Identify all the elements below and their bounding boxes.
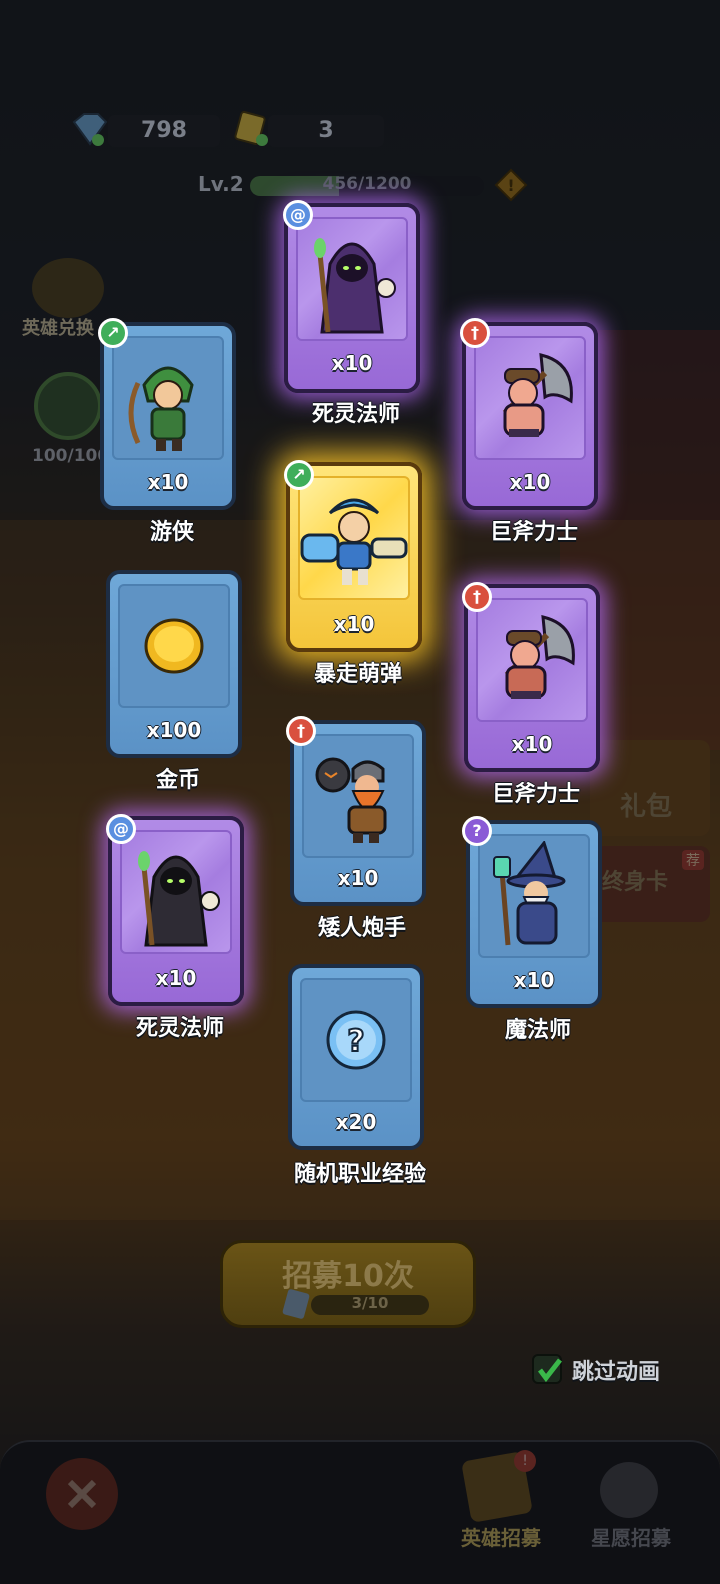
bow-icon: ↗ [284, 460, 314, 490]
card-name: 随机职业经验 [293, 1162, 426, 1187]
card-name: 游侠 [149, 520, 194, 545]
swirl-icon: @ [106, 814, 136, 844]
card-quantity: x10 [147, 470, 189, 494]
card-name: 巨斧力士 [489, 520, 578, 545]
axe-warrior-portrait-icon [504, 615, 575, 699]
warning-icon[interactable]: ! [494, 168, 528, 202]
card-name: 死灵法师 [311, 402, 400, 427]
bomber-portrait-icon [300, 498, 408, 585]
tab-hero-recruit[interactable]: 英雄招募 [436, 1522, 566, 1551]
mage-portrait-icon [493, 841, 566, 946]
lifetime-card-label: 终身卡 [602, 870, 669, 895]
recruit-10-label: 招募10次 [282, 1259, 414, 1294]
recommend-badge: 荐 [682, 850, 704, 870]
card-quantity: x10 [155, 966, 197, 990]
card-name: 金币 [155, 768, 200, 793]
card-quantity: x10 [509, 470, 551, 494]
side-reward-icon[interactable] [34, 372, 102, 440]
card-art [118, 584, 230, 708]
card-name: 死灵法师 [135, 1016, 224, 1041]
svg-text:!: ! [507, 176, 514, 195]
card-quantity: x10 [337, 866, 379, 890]
dwarf-gunner-portrait-icon [315, 757, 387, 843]
alert-badge: ! [514, 1450, 536, 1472]
card-name: 矮人炮手 [317, 916, 406, 941]
reward-card-random-exp: ? x20 [288, 964, 424, 1150]
sword-icon: † [460, 318, 490, 348]
tab-star-recruit[interactable]: 星愿招募 [566, 1522, 696, 1551]
card-art [296, 217, 408, 341]
close-button[interactable] [46, 1458, 118, 1530]
swirl-icon: @ [283, 200, 313, 230]
necromancer-portrait-icon [314, 238, 396, 334]
card-name: 巨斧力士 [491, 782, 580, 807]
bow-icon: ↗ [98, 318, 128, 348]
lifetime-card-button[interactable]: 终身卡 荐 [590, 846, 710, 922]
hero-exchange-label: 英雄兑换 [22, 318, 94, 339]
card-quantity: x100 [146, 718, 202, 742]
gem-icon [68, 112, 110, 146]
reward-card-necromancer: x10 [108, 816, 244, 1006]
checkbox[interactable] [532, 1354, 562, 1384]
axe-warrior-portrait-icon [502, 353, 573, 437]
reward-card-bomber: x10 [286, 462, 422, 652]
reward-card-gold: x100 [106, 570, 242, 758]
reward-card-mage: x10 [466, 820, 602, 1008]
card-art [302, 734, 414, 858]
sword-icon: † [286, 716, 316, 746]
hero-exchange-icon[interactable] [32, 258, 104, 318]
card-quantity: x10 [333, 612, 375, 636]
question-orb-icon: ? [326, 1010, 386, 1070]
card-art [476, 598, 588, 722]
card-quantity: x10 [511, 732, 553, 756]
card-art [298, 476, 410, 600]
card-quantity: x20 [335, 1110, 377, 1134]
close-icon [67, 1479, 97, 1509]
card-quantity: x10 [513, 968, 555, 992]
checkmark-icon [538, 1358, 562, 1383]
staff-icon: ? [462, 816, 492, 846]
recruit-10-button[interactable]: 招募10次 3/10 [220, 1240, 476, 1328]
reward-card-axe-warrior: x10 [464, 584, 600, 772]
gem-count: 798 [108, 115, 220, 147]
reward-card-necromancer: x10 [284, 203, 420, 393]
card-art [474, 336, 586, 460]
reward-card-dwarf-gunner: x10 [290, 720, 426, 906]
gold-coin-icon [144, 618, 204, 674]
star-recruit-tab-icon[interactable] [600, 1462, 658, 1518]
card-quantity: x10 [331, 351, 373, 375]
side-reward-progress: 100/100 [32, 446, 110, 466]
skip-animation-label: 跳过动画 [572, 1360, 661, 1385]
card-art: ? [300, 978, 412, 1102]
card-art [478, 834, 590, 958]
ranger-portrait-icon [128, 366, 194, 451]
reward-card-axe-warrior: x10 [462, 322, 598, 510]
card-art [120, 830, 232, 954]
reward-card-ranger: x10 [100, 322, 236, 510]
recruit-progress-text: 3/10 [351, 1294, 389, 1312]
card-name: 暴走萌弹 [313, 662, 402, 687]
svg-text:?: ? [347, 1024, 364, 1059]
ticket-icon [232, 110, 272, 148]
xp-text: 456/1200 [322, 174, 412, 194]
card-art [112, 336, 224, 460]
necromancer-portrait-icon [138, 851, 220, 947]
ticket-count: 3 [268, 115, 384, 147]
level-label: Lv.2 [198, 172, 244, 196]
card-name: 魔法师 [504, 1018, 571, 1043]
sword-icon: † [462, 582, 492, 612]
